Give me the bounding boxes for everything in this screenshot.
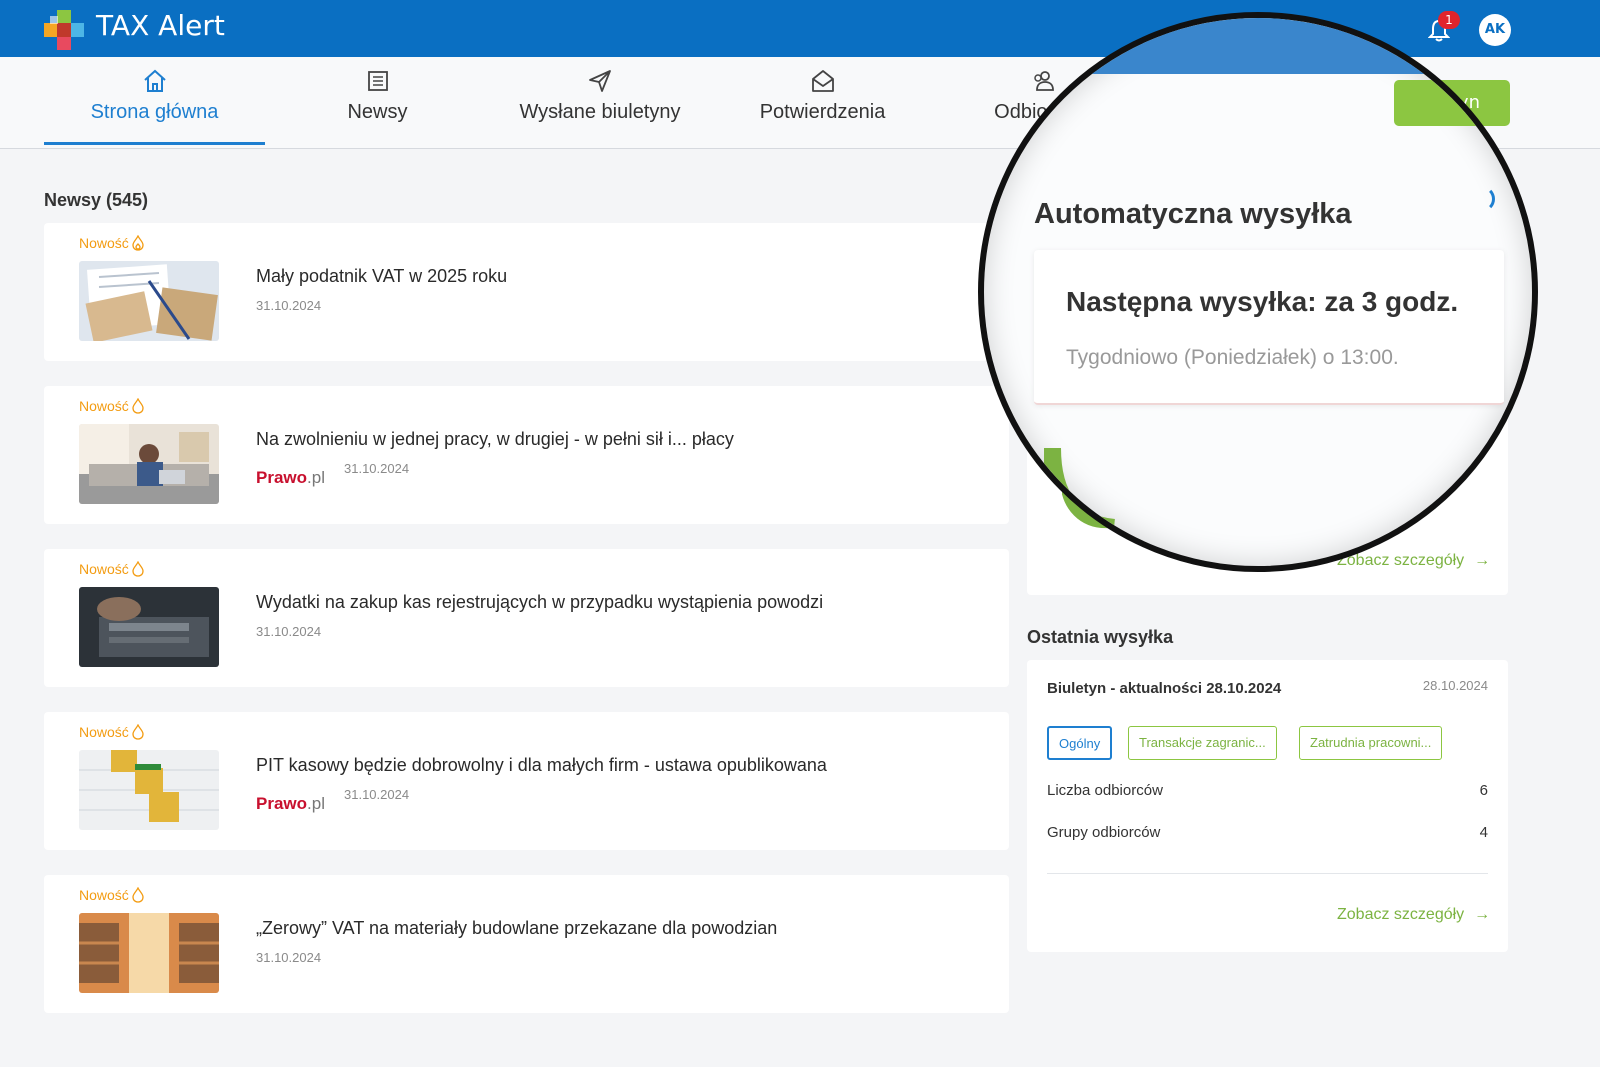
recipient-groups-label: Grupy odbiorców [1047, 824, 1161, 841]
next-send-text: Następna wysyłka: za 3 godz. [1066, 286, 1459, 317]
new-badge-label: Nowość [79, 887, 129, 903]
news-date: 31.10.2024 [344, 461, 410, 476]
news-title[interactable]: Na zwolnieniu w jednej pracy, w drugiej … [256, 429, 734, 450]
new-badge-label: Nowość [79, 561, 129, 577]
new-badge: Nowość [79, 235, 145, 251]
news-card[interactable]: Nowość Na zwolnieniu w jednej pracy, w d… [44, 386, 1009, 524]
home-icon [143, 69, 166, 92]
source-brand: Prawo [256, 468, 308, 487]
divider [1047, 873, 1488, 874]
last-send-title: Ostatnia wysyłka [1027, 627, 1174, 647]
news-date: 31.10.2024 [256, 298, 322, 313]
source-domain: .pl [307, 794, 325, 813]
auto-send-title: Automatyczna wysyłka [1034, 198, 1352, 230]
nav-label-confirmations: Potwierdzenia [759, 101, 886, 123]
recipient-groups-value: 4 [1479, 824, 1488, 841]
news-thumbnail [79, 424, 219, 504]
last-send-details-link[interactable]: Zobacz szczegóły → [1337, 906, 1490, 924]
news-date: 31.10.2024 [344, 787, 410, 802]
news-date: 31.10.2024 [256, 950, 322, 965]
nav-item-confirmations[interactable]: Potwierdzenia [735, 67, 910, 149]
news-title[interactable]: PIT kasowy będzie dobrowolny i dla małyc… [256, 755, 827, 776]
nav-label-sent: Wysłane biuletyny [519, 101, 681, 123]
arrow-right-icon: → [1474, 906, 1491, 923]
news-section-title: Newsy (545) [44, 190, 149, 210]
app-logo[interactable] [44, 10, 84, 50]
recipients-count-value: 6 [1479, 782, 1488, 799]
nav-item-news[interactable]: Newsy [290, 67, 465, 149]
newspaper-icon [367, 71, 388, 91]
next-send-card: Następna wysyłka: za 3 godz. Tygodniowo … [1034, 250, 1504, 405]
nav-label-home: Strona główna [90, 101, 219, 123]
news-card[interactable]: Nowość Wydatki na zakup kas rejestrujący… [44, 549, 1009, 687]
magnifier-overlay: Automatyczna wysyłka Następna wysyłka: z… [978, 12, 1538, 572]
news-thumbnail [79, 913, 219, 993]
nav-label-news: Newsy [347, 101, 408, 123]
source-domain: .pl [307, 468, 325, 487]
tag-foreign-transactions[interactable]: Transakcje zagranic... [1128, 726, 1277, 760]
news-thumbnail [79, 750, 219, 830]
news-date: 31.10.2024 [256, 624, 322, 639]
flame-icon [132, 235, 144, 251]
nav-item-home[interactable]: Strona główna [44, 67, 265, 149]
app-title: TAX Alert [96, 9, 225, 42]
magnified-progress-ring [1044, 448, 1116, 537]
envelope-open-icon [811, 70, 834, 92]
new-badge: Nowość [79, 724, 145, 740]
new-badge: Nowość [79, 398, 145, 414]
nav-active-indicator [44, 142, 265, 145]
schedule-text: Tygodniowo (Poniedziałek) o 13:00. [1066, 346, 1399, 369]
tag-general[interactable]: Ogólny [1047, 726, 1113, 760]
nav-item-sent-bulletins[interactable]: Wysłane biuletyny [490, 67, 710, 149]
flame-icon [132, 561, 144, 577]
magnified-green-button [1394, 80, 1494, 126]
news-card[interactable]: Nowość Mały podatnik VAT w 2025 roku 31.… [44, 223, 1009, 361]
new-badge: Nowość [79, 561, 145, 577]
bulletin-name[interactable]: Biuletyn - aktualności 28.10.2024 [1047, 680, 1281, 697]
magnified-top-bar [984, 18, 1532, 74]
new-badge-label: Nowość [79, 398, 129, 414]
news-title[interactable]: „Zerowy” VAT na materiały budowlane prze… [256, 918, 777, 939]
send-icon [589, 70, 611, 92]
news-card[interactable]: Nowość „Zerowy” VAT na materiały budowla… [44, 875, 1009, 1013]
see-details-label: Zobacz szczegóły [1337, 906, 1465, 923]
news-card[interactable]: Nowość PIT kasowy będzie dobrowolny i dl… [44, 712, 1009, 850]
bulletin-date: 28.10.2024 [1422, 678, 1488, 693]
news-title[interactable]: Wydatki na zakup kas rejestrujących w pr… [256, 592, 823, 613]
new-badge-label: Nowość [79, 235, 129, 251]
source-logo: Prawo.pl [256, 794, 325, 814]
flame-icon [132, 724, 144, 740]
new-badge: Nowość [79, 887, 145, 903]
new-badge-label: Nowość [79, 724, 129, 740]
news-thumbnail [79, 261, 219, 341]
recipients-count-label: Liczba odbiorców [1047, 782, 1163, 799]
source-logo: Prawo.pl [256, 468, 325, 488]
flame-icon [132, 887, 144, 903]
source-brand: Prawo [256, 794, 308, 813]
news-title[interactable]: Mały podatnik VAT w 2025 roku [256, 266, 507, 287]
news-thumbnail [79, 587, 219, 667]
loading-spinner-icon [1469, 186, 1495, 212]
tag-employment[interactable]: Zatrudnia pracowni... [1299, 726, 1443, 760]
flame-icon [132, 398, 144, 414]
